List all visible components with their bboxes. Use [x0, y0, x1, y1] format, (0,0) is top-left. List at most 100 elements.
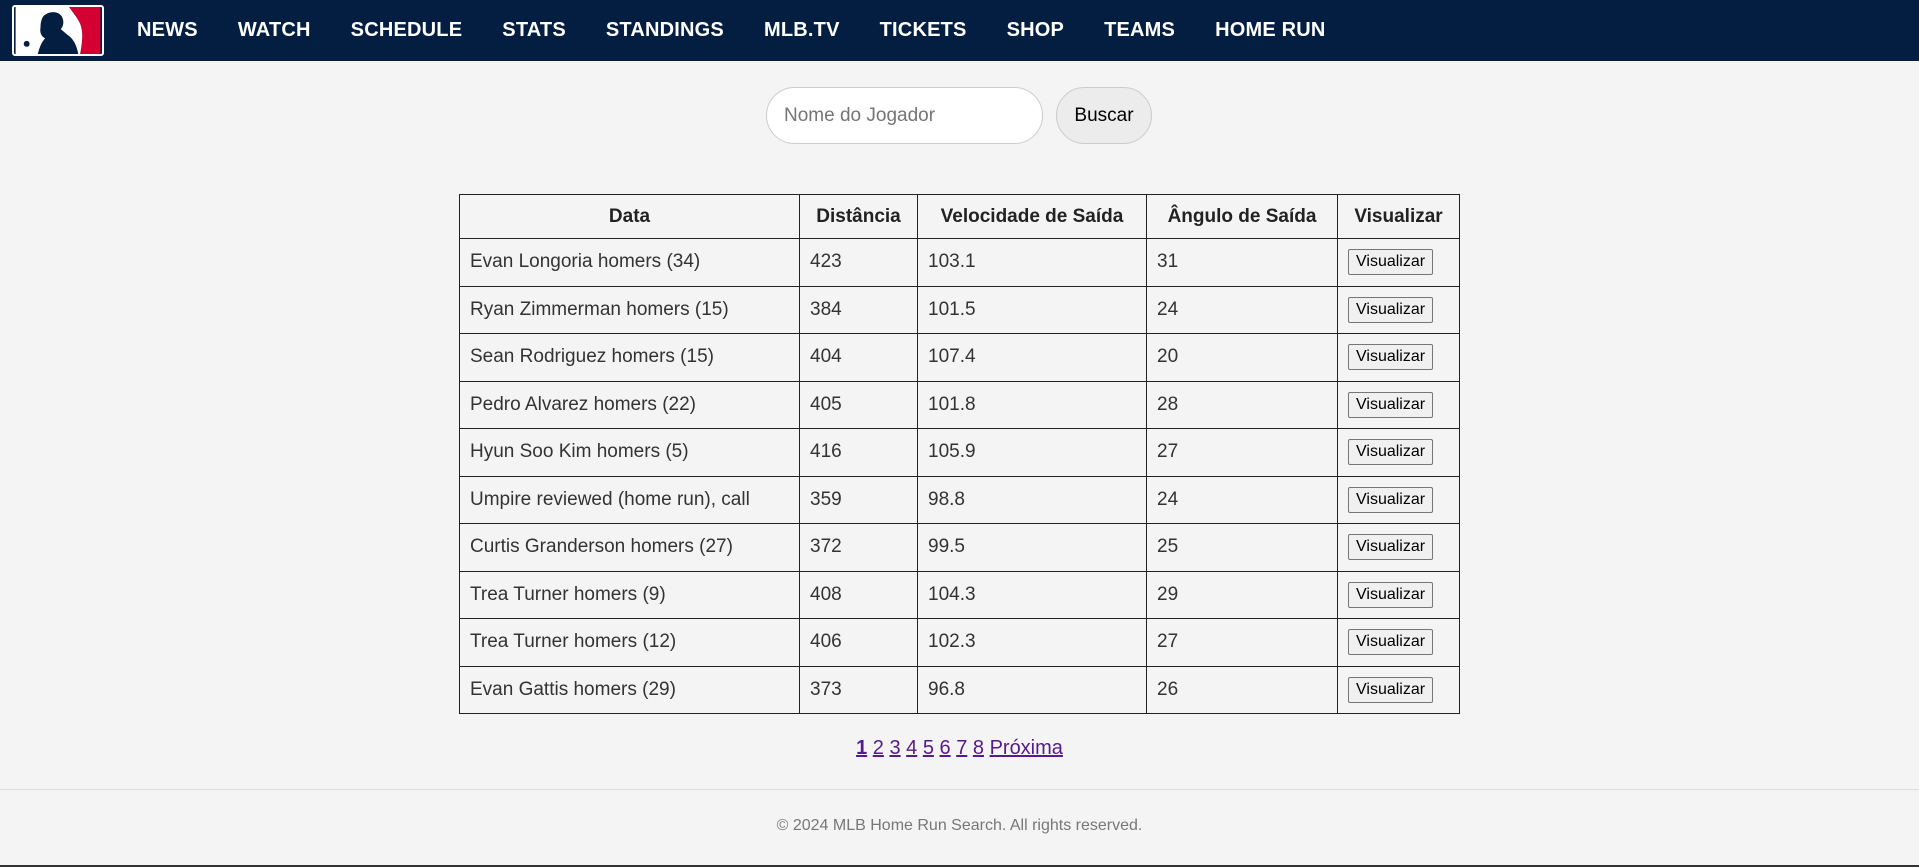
cell-data: Evan Gattis homers (29): [459, 665, 800, 714]
cell-exit-velocity: 101.5: [917, 285, 1147, 334]
main-nav: NEWS WATCH SCHEDULE STATS STANDINGS MLB.…: [137, 0, 1366, 61]
table-row: Evan Gattis homers (29) 373 96.8 26 Visu…: [459, 665, 1460, 714]
cell-view: Visualizar: [1337, 238, 1460, 287]
cell-launch-angle: 29: [1146, 570, 1338, 619]
header-distance: Distância: [799, 194, 918, 239]
cell-launch-angle: 27: [1146, 618, 1338, 667]
search-bar: Buscar: [766, 87, 1152, 144]
view-button[interactable]: Visualizar: [1348, 344, 1434, 371]
cell-view: Visualizar: [1337, 618, 1460, 667]
table-row: Evan Longoria homers (34) 423 103.1 31 V…: [459, 238, 1460, 287]
page-link-3[interactable]: 3: [889, 737, 900, 759]
table-row: Ryan Zimmerman homers (15) 384 101.5 24 …: [459, 285, 1460, 334]
cell-data: Ryan Zimmerman homers (15): [459, 285, 800, 334]
view-button[interactable]: Visualizar: [1348, 629, 1434, 656]
top-navbar: NEWS WATCH SCHEDULE STATS STANDINGS MLB.…: [0, 0, 1919, 61]
cell-launch-angle: 25: [1146, 523, 1338, 572]
table-row: Sean Rodriguez homers (15) 404 107.4 20 …: [459, 333, 1460, 382]
table-row: Umpire reviewed (home run), call 359 98.…: [459, 475, 1460, 524]
cell-launch-angle: 28: [1146, 380, 1338, 429]
cell-distance: 416: [799, 428, 918, 477]
cell-exit-velocity: 105.9: [917, 428, 1147, 477]
cell-data: Hyun Soo Kim homers (5): [459, 428, 800, 477]
page-link-5[interactable]: 5: [923, 737, 934, 759]
cell-distance: 405: [799, 380, 918, 429]
nav-teams[interactable]: TEAMS: [1104, 19, 1175, 42]
cell-distance: 384: [799, 285, 918, 334]
header-view: Visualizar: [1337, 194, 1460, 239]
pagination: 1 2 3 4 5 6 7 8 Próxima: [0, 737, 1919, 760]
cell-launch-angle: 31: [1146, 238, 1338, 287]
cell-data: Pedro Alvarez homers (22): [459, 380, 800, 429]
mlb-logo-icon[interactable]: [12, 5, 104, 56]
copyright-text: © 2024 MLB Home Run Search. All rights r…: [776, 817, 1143, 834]
cell-launch-angle: 24: [1146, 475, 1338, 524]
cell-launch-angle: 27: [1146, 428, 1338, 477]
table-row: Curtis Granderson homers (27) 372 99.5 2…: [459, 523, 1460, 572]
page-link-1[interactable]: 1: [856, 737, 867, 759]
cell-distance: 404: [799, 333, 918, 382]
nav-home-run[interactable]: HOME RUN: [1215, 19, 1326, 42]
cell-exit-velocity: 96.8: [917, 665, 1147, 714]
nav-news[interactable]: NEWS: [137, 19, 198, 42]
page-link-6[interactable]: 6: [940, 737, 951, 759]
page-link-4[interactable]: 4: [906, 737, 917, 759]
cell-view: Visualizar: [1337, 665, 1460, 714]
nav-schedule[interactable]: SCHEDULE: [351, 19, 463, 42]
footer-divider: [0, 789, 1919, 790]
page-link-8[interactable]: 8: [973, 737, 984, 759]
cell-distance: 406: [799, 618, 918, 667]
cell-exit-velocity: 103.1: [917, 238, 1147, 287]
view-button[interactable]: Visualizar: [1348, 296, 1434, 323]
cell-data: Sean Rodriguez homers (15): [459, 333, 800, 382]
header-data: Data: [459, 194, 800, 239]
page-link-7[interactable]: 7: [956, 737, 967, 759]
nav-standings[interactable]: STANDINGS: [606, 19, 724, 42]
table-row: Pedro Alvarez homers (22) 405 101.8 28 V…: [459, 380, 1460, 429]
nav-watch[interactable]: WATCH: [238, 19, 311, 42]
cell-distance: 423: [799, 238, 918, 287]
cell-distance: 372: [799, 523, 918, 572]
header-exit-velocity: Velocidade de Saída: [917, 194, 1147, 239]
cell-exit-velocity: 107.4: [917, 333, 1147, 382]
nav-shop[interactable]: SHOP: [1007, 19, 1064, 42]
cell-data: Umpire reviewed (home run), call: [459, 475, 800, 524]
view-button[interactable]: Visualizar: [1348, 249, 1434, 276]
view-button[interactable]: Visualizar: [1348, 486, 1434, 513]
view-button[interactable]: Visualizar: [1348, 439, 1434, 466]
cell-distance: 359: [799, 475, 918, 524]
table-row: Trea Turner homers (12) 406 102.3 27 Vis…: [459, 618, 1460, 667]
table-row: Hyun Soo Kim homers (5) 416 105.9 27 Vis…: [459, 428, 1460, 477]
cell-view: Visualizar: [1337, 570, 1460, 619]
cell-data: Curtis Granderson homers (27): [459, 523, 800, 572]
cell-view: Visualizar: [1337, 380, 1460, 429]
cell-exit-velocity: 98.8: [917, 475, 1147, 524]
cell-view: Visualizar: [1337, 285, 1460, 334]
cell-exit-velocity: 99.5: [917, 523, 1147, 572]
nav-stats[interactable]: STATS: [502, 19, 566, 42]
page-link-2[interactable]: 2: [873, 737, 884, 759]
view-button[interactable]: Visualizar: [1348, 391, 1434, 418]
view-button[interactable]: Visualizar: [1348, 534, 1434, 561]
next-page-link[interactable]: Próxima: [990, 737, 1063, 759]
cell-view: Visualizar: [1337, 475, 1460, 524]
cell-exit-velocity: 101.8: [917, 380, 1147, 429]
player-name-input[interactable]: [766, 87, 1043, 144]
cell-launch-angle: 24: [1146, 285, 1338, 334]
cell-launch-angle: 26: [1146, 665, 1338, 714]
footer: © 2024 MLB Home Run Search. All rights r…: [0, 817, 1919, 835]
nav-tickets[interactable]: TICKETS: [880, 19, 967, 42]
cell-view: Visualizar: [1337, 523, 1460, 572]
view-button[interactable]: Visualizar: [1348, 676, 1434, 703]
nav-mlbtv[interactable]: MLB.TV: [764, 19, 840, 42]
cell-launch-angle: 20: [1146, 333, 1338, 382]
table-row: Trea Turner homers (9) 408 104.3 29 Visu…: [459, 570, 1460, 619]
search-button[interactable]: Buscar: [1056, 87, 1152, 144]
header-launch-angle: Ângulo de Saída: [1146, 194, 1338, 239]
view-button[interactable]: Visualizar: [1348, 581, 1434, 608]
cell-distance: 408: [799, 570, 918, 619]
cell-data: Trea Turner homers (9): [459, 570, 800, 619]
table-header-row: Data Distância Velocidade de Saída Ângul…: [459, 194, 1460, 239]
cell-view: Visualizar: [1337, 428, 1460, 477]
cell-data: Trea Turner homers (12): [459, 618, 800, 667]
